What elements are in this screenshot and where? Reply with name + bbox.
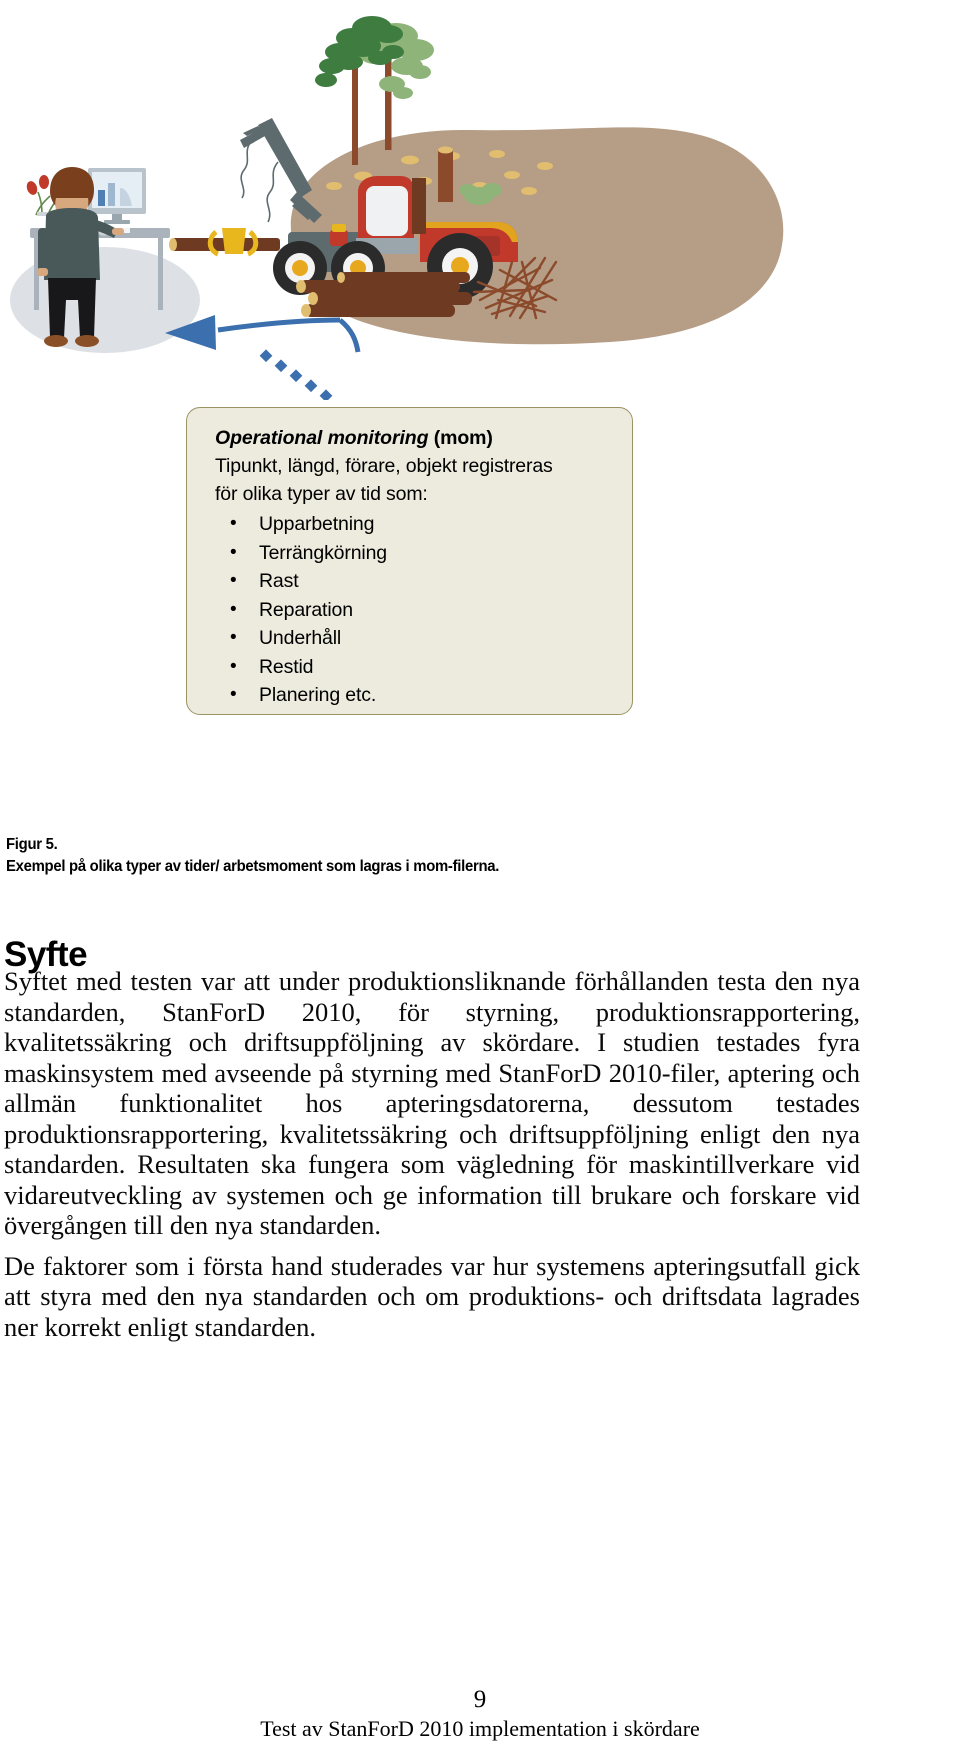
list-item-label: Terrängkörning [259,541,387,564]
list-item-label: Reparation [259,598,353,621]
callout-title-rest: (mom) [428,427,493,449]
callout-list: • Upparbetning • Terrängkörning • Rast • Rep… [215,510,622,710]
bullet-icon: • [230,513,237,534]
figure-caption-text: Exempel på olika typer av tider/ arbetsm… [6,857,500,875]
list-item: • Upparbetning [215,510,622,539]
bullet-icon: • [230,655,237,677]
paragraph: De faktorer som i första hand studerades… [4,1250,860,1342]
body-text: Syftet med testen var att under produkti… [4,966,860,1342]
page-footer: 9 Test av StanForD 2010 implementation i… [0,1686,960,1742]
list-item-label: Restid [259,655,314,678]
figure-caption-label: Figur 5. [6,836,58,853]
figure-illustration [0,0,960,400]
list-item-label: Rast [259,570,299,592]
list-item: • Restid [215,653,622,682]
list-item: • Planering etc. [215,681,622,710]
dotted-connector [259,349,333,400]
bullet-icon: • [230,684,237,705]
bullet-icon: • [230,598,237,620]
crane-arm [240,118,322,223]
callout-line-2: för olika typer av tid som: [215,483,428,505]
list-item: • Terrängkörning [215,539,622,568]
page-number: 9 [473,1686,487,1713]
list-item-label: Upparbetning [259,513,375,535]
list-item-label: Planering etc. [259,684,377,706]
paragraph: Syftet med testen var att under produkti… [4,966,860,1240]
list-item: • Underhåll [215,624,622,653]
mom-callout-box: Operational monitoring (mom) Tipunkt, lä… [186,407,633,715]
callout-title: Operational monitoring (mom) [215,426,622,451]
bullet-icon: • [230,570,237,591]
figure-caption: Figur 5. Exempel på olika typer av tider… [6,834,678,877]
flow-arrow [165,315,361,353]
bullet-icon: • [230,541,237,563]
list-item: • Reparation [215,596,622,625]
bullet-icon: • [230,627,237,648]
callout-title-emphasis: Operational monitoring [215,427,429,449]
illustration-svg [10,16,784,400]
hydraulic-hoses [240,139,279,223]
harvester-head [169,228,280,257]
list-item: • Rast [215,567,622,596]
callout-line-1: Tipunkt, längd, förare, objekt registrer… [215,455,553,477]
list-item-label: Underhåll [259,627,342,649]
footer-title: Test av StanForD 2010 implementation i s… [260,1716,700,1741]
